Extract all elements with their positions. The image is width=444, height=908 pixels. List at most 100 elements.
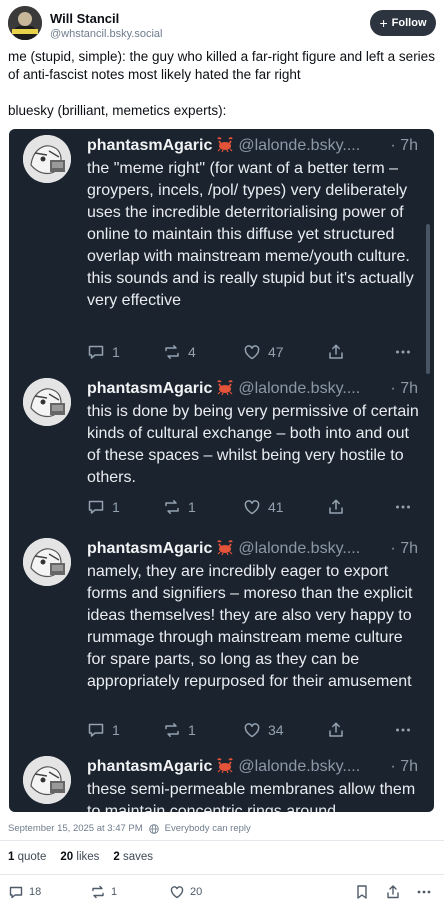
post-actions: 18 1 20 [8, 884, 436, 902]
scrollbar-thumb [426, 224, 430, 374]
reply-repost-button: 1 [163, 721, 196, 739]
reply-timestamp: · 7h [390, 380, 418, 397]
reply-button[interactable]: 18 [8, 884, 41, 900]
reply-reply-count: 1 [112, 722, 120, 738]
reply-repost-count: 1 [188, 499, 196, 515]
more-icon [394, 498, 412, 516]
bookmark-button[interactable] [355, 884, 369, 900]
reply-timestamp: · 7h [390, 540, 418, 557]
reply-text: this is done by being very permissive of… [87, 403, 419, 486]
post-paragraph: bluesky (brilliant, memetics experts): [8, 103, 227, 118]
repost-icon [92, 885, 104, 899]
reply-setting[interactable]: Everybody can reply [165, 823, 251, 834]
post-paragraph: me (stupid, simple): the guy who killed … [8, 49, 435, 82]
repost-count: 1 [111, 886, 118, 898]
reply-share-button [327, 498, 345, 516]
reply-header: phantasmAgaric @lalonde.bsky.... · 7h [87, 538, 424, 560]
reply-like-count: 34 [268, 722, 284, 738]
author-handle[interactable]: @whstancil.bsky.social [50, 28, 162, 40]
more-icon [394, 721, 412, 739]
reply-text: the "meme right" (for want of a better t… [87, 160, 414, 309]
crab-icon [212, 380, 238, 397]
post-meta: September 15, 2025 at 3:47 PM Everybody … [8, 823, 251, 834]
reply-header: phantasmAgaric @lalonde.bsky.... · 7h [87, 756, 424, 778]
reply-avatar [23, 538, 71, 586]
reply-actions: 1 4 47 [87, 343, 417, 363]
reply-more-button [394, 498, 412, 516]
reply-more-button [394, 721, 412, 739]
reply-avatar [23, 135, 71, 183]
plus-icon: + [379, 15, 388, 31]
save-count[interactable]: 2 saves [113, 851, 153, 863]
reply-actions: 1 1 41 [87, 498, 417, 518]
reply-reply-count: 1 [112, 344, 120, 360]
bookmark-icon [357, 885, 367, 899]
reply-share-button [327, 721, 345, 739]
reply-author-handle: @lalonde.bsky.... [238, 380, 361, 397]
globe-icon [148, 823, 159, 834]
reply-like-count: 41 [268, 499, 284, 515]
heart-icon [170, 886, 184, 899]
reply-repost-count: 4 [188, 344, 196, 360]
reply-author-handle: @lalonde.bsky.... [238, 540, 361, 557]
post-timestamp: September 15, 2025 at 3:47 PM [8, 823, 143, 834]
quote-count[interactable]: 1 quote [8, 851, 46, 863]
reply-icon [9, 886, 23, 899]
embedded-screenshot[interactable]: phantasmAgaric @lalonde.bsky.... · 7h the "… [9, 129, 434, 812]
more-options-button[interactable] [416, 884, 432, 900]
crab-icon [212, 137, 238, 154]
more-icon [417, 890, 431, 894]
repost-icon [163, 498, 181, 516]
crab-icon [212, 758, 238, 775]
reply-author-name: phantasmAgaric [87, 137, 213, 154]
follow-button[interactable]: + Follow [370, 10, 436, 36]
share-icon [327, 721, 345, 739]
reply-like-button: 47 [243, 343, 284, 361]
reply-avatar [23, 756, 71, 804]
post-header: Will Stancil @whstancil.bsky.social + Fo… [8, 4, 436, 44]
reply-author-handle: @lalonde.bsky.... [238, 137, 361, 154]
reply-like-count: 47 [268, 344, 284, 360]
reply-like-button: 34 [243, 721, 284, 739]
reply-count: 18 [29, 886, 42, 898]
like-button[interactable]: 20 [169, 884, 202, 900]
reply-repost-button: 4 [163, 343, 196, 361]
reply-reply-button: 1 [87, 498, 120, 516]
reply-author-name: phantasmAgaric [87, 380, 213, 397]
share-button[interactable] [385, 884, 401, 900]
crab-icon [212, 540, 238, 557]
divider [0, 840, 444, 841]
share-icon [327, 498, 345, 516]
repost-button[interactable]: 1 [90, 884, 117, 900]
reply-icon [87, 343, 105, 361]
share-icon [327, 343, 345, 361]
post-text: me (stupid, simple): the guy who killed … [8, 48, 436, 138]
engagement-counts: 1 quote 20 likes 2 saves [8, 851, 153, 863]
like-count[interactable]: 20 likes [60, 851, 99, 863]
follow-label: Follow [391, 17, 427, 29]
reply-reply-button: 1 [87, 721, 120, 739]
reply-more-button [394, 343, 412, 361]
reply-actions: 1 1 34 [87, 721, 417, 741]
reply-share-button [327, 343, 345, 361]
reply-repost-button: 1 [163, 498, 196, 516]
more-icon [394, 343, 412, 361]
divider [0, 874, 444, 875]
author-avatar[interactable] [8, 6, 42, 40]
author-display-name[interactable]: Will Stancil [50, 11, 119, 26]
reply-header: phantasmAgaric @lalonde.bsky.... · 7h [87, 378, 424, 400]
like-count-action: 20 [190, 886, 203, 898]
reply-timestamp: · 7h [390, 137, 418, 154]
heart-icon [243, 498, 261, 516]
reply-reply-button: 1 [87, 343, 120, 361]
reply-repost-count: 1 [188, 722, 196, 738]
repost-icon [163, 343, 181, 361]
reply-icon [87, 498, 105, 516]
reply-timestamp: · 7h [390, 758, 418, 775]
reply-author-name: phantasmAgaric [87, 758, 213, 775]
repost-icon [163, 721, 181, 739]
reply-like-button: 41 [243, 498, 284, 516]
reply-header: phantasmAgaric @lalonde.bsky.... · 7h [87, 135, 424, 157]
share-icon [387, 885, 399, 899]
reply-text: these semi-permeable membranes allow the… [87, 781, 416, 812]
